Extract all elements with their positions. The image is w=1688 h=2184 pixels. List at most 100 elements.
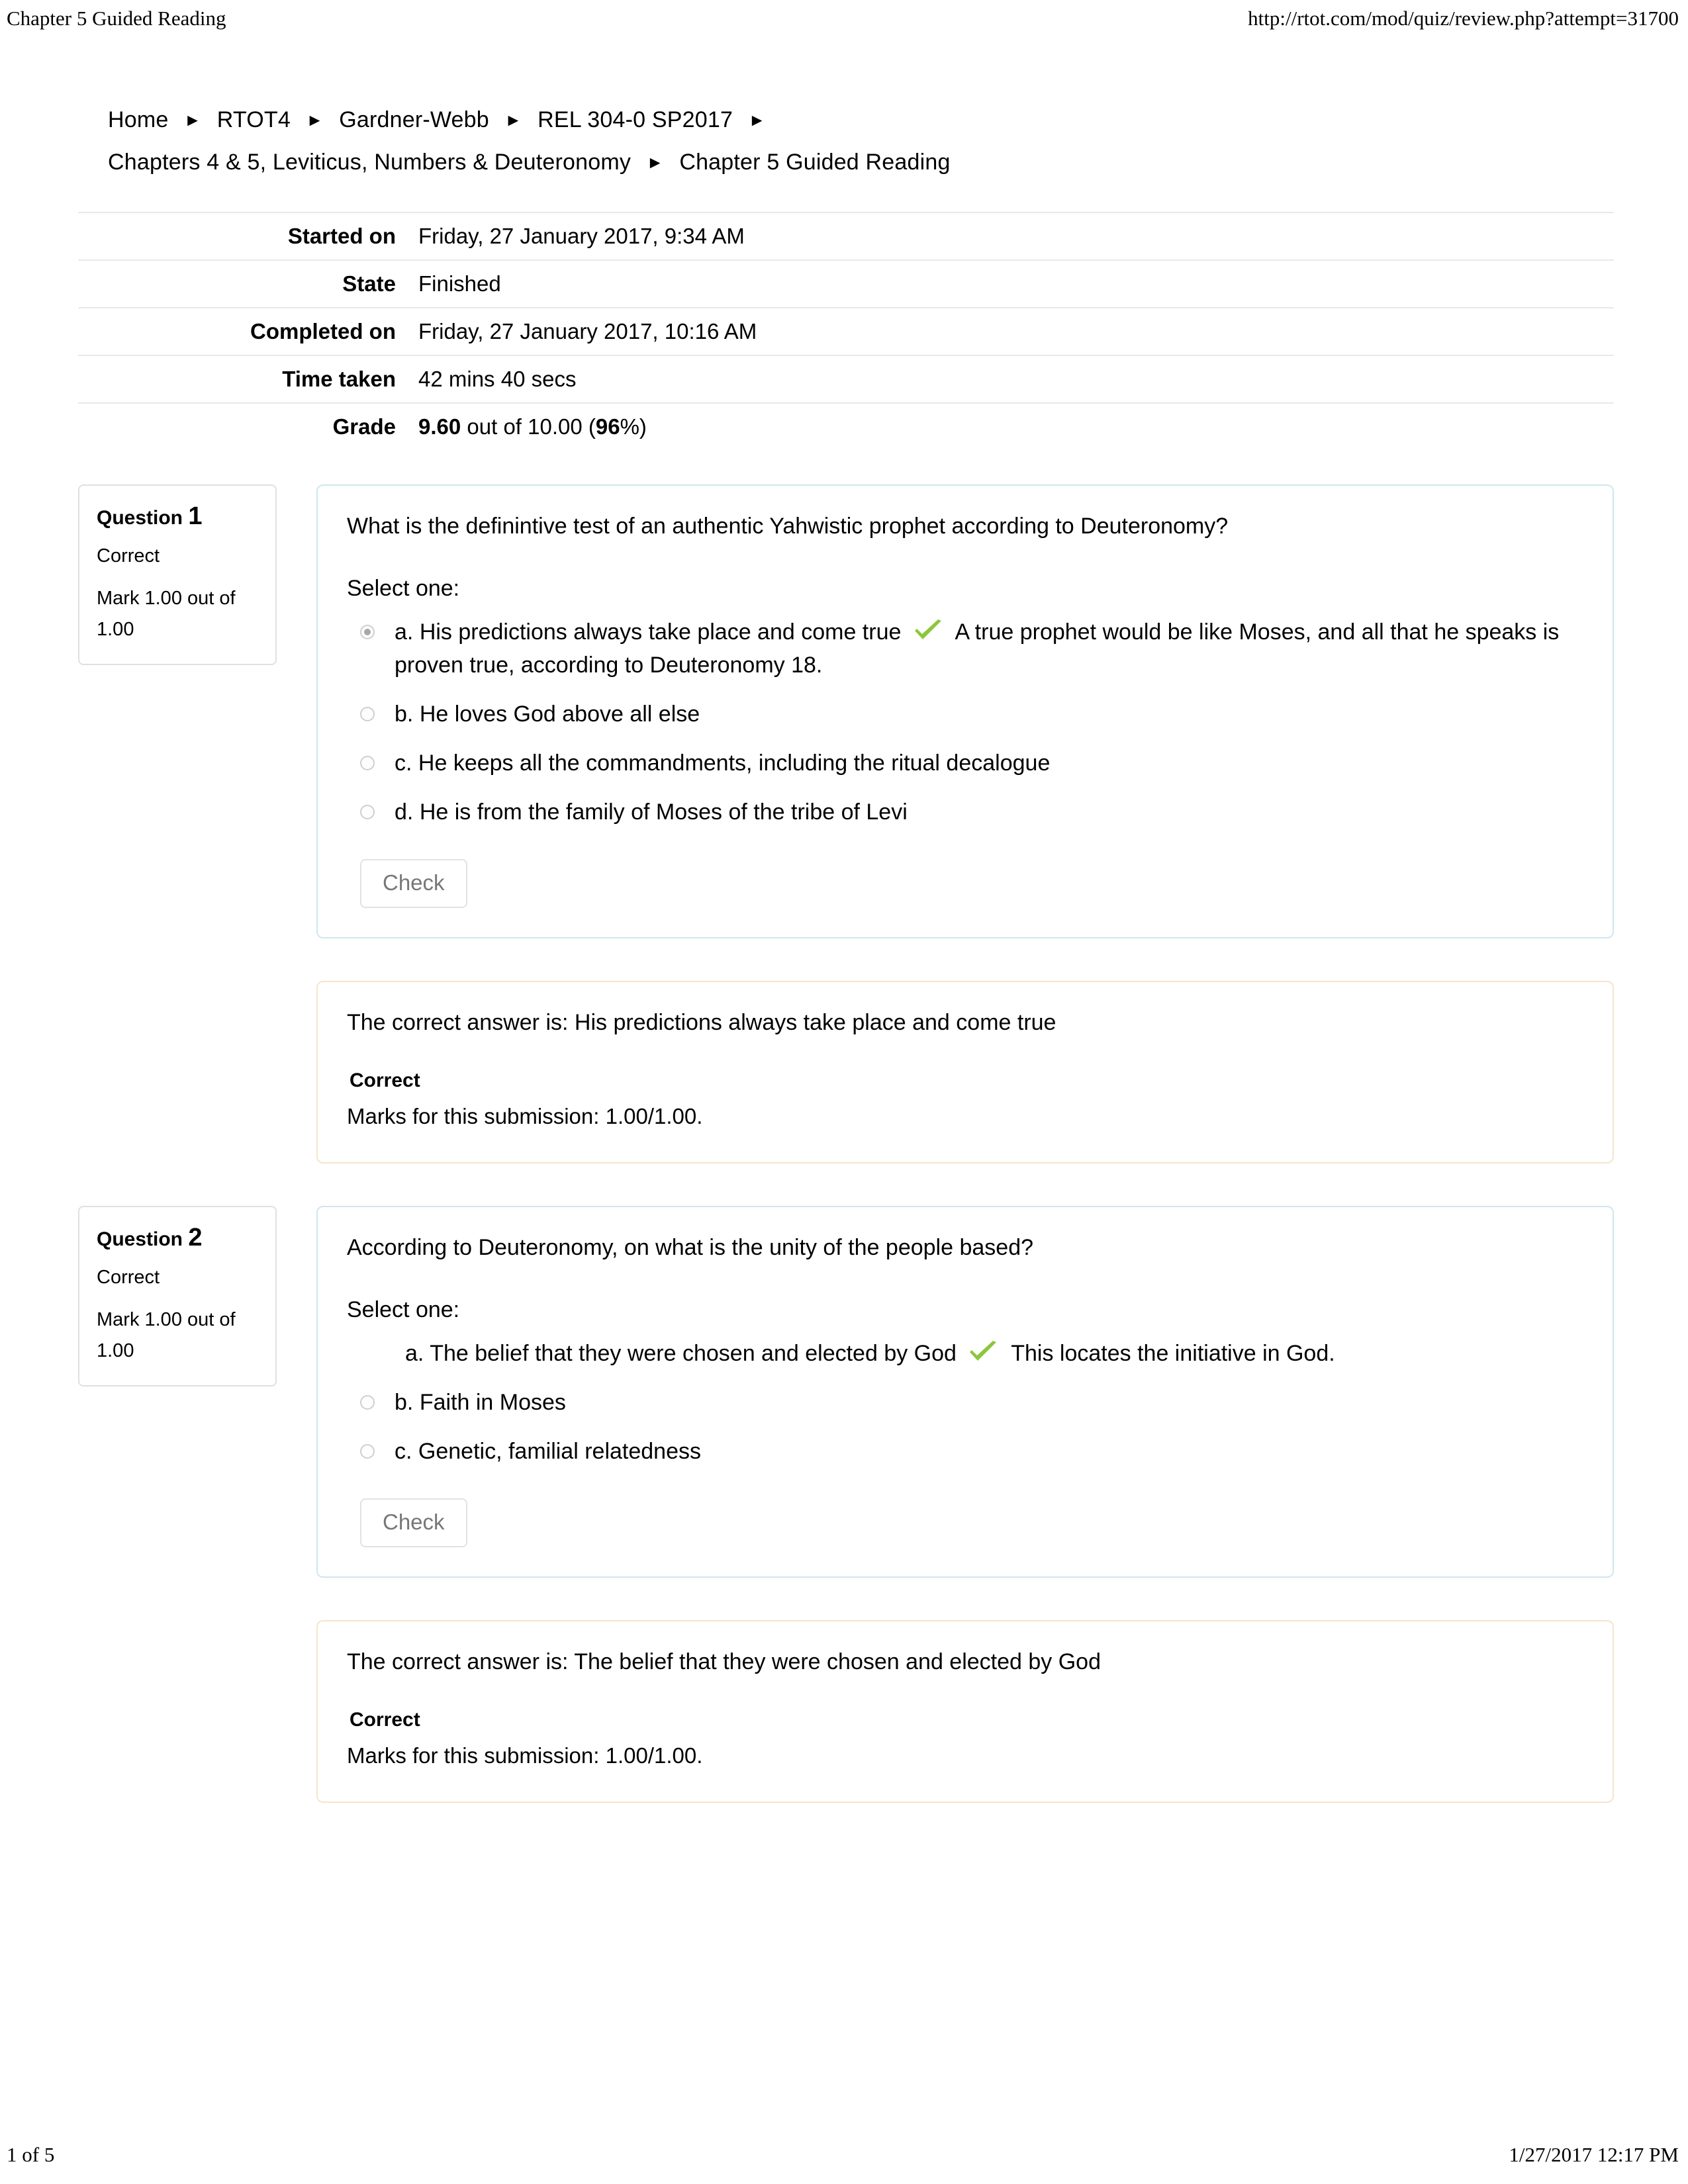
answer-option-1a[interactable]: a. His predictions always take place and… (347, 615, 1583, 682)
summary-value-started-on: Friday, 27 January 2017, 9:34 AM (413, 212, 1614, 260)
question-content-2: According to Deuteronomy, on what is the… (316, 1206, 1614, 1578)
answer-option-1d[interactable]: d. He is from the family of Moses of the… (347, 796, 1583, 829)
answer-option-1b[interactable]: b. He loves God above all else (347, 698, 1583, 731)
correct-answer-text-2: The correct answer is: The belief that t… (347, 1649, 1101, 1674)
select-one-label-1: Select one: (347, 576, 460, 601)
grade-middle: out of 10.00 ( (461, 414, 596, 439)
radio-button-1c[interactable] (360, 756, 375, 770)
feedback-grade-1: Correct (350, 1069, 420, 1091)
grade-score: 9.60 (418, 414, 461, 439)
print-header: Chapter 5 Guided Reading http://rtot.com… (0, 5, 1688, 45)
answer-text-2a: The belief that they were chosen and ele… (430, 1341, 957, 1366)
summary-label-completed-on: Completed on (78, 307, 413, 355)
question-block-2: Question 2 Correct Mark 1.00 out of 1.00… (78, 1206, 1614, 1578)
answer-option-2c[interactable]: c. Genetic, familial relatedness (347, 1435, 1583, 1468)
question-number: 2 (188, 1224, 203, 1251)
chevron-right-icon: ► (184, 110, 202, 130)
radio-button-1b[interactable] (360, 707, 375, 721)
question-info-2: Question 2 Correct Mark 1.00 out of 1.00 (78, 1206, 277, 1387)
answer-letter-1b: b. (395, 702, 414, 727)
question-mark-2: Mark 1.00 out of 1.00 (97, 1309, 236, 1361)
table-row: State Finished (78, 259, 1614, 308)
answer-text-2b: Faith in Moses (419, 1390, 566, 1415)
question-word: Question (97, 1228, 183, 1250)
check-button-1[interactable]: Check (360, 859, 467, 908)
radio-button-1d[interactable] (360, 805, 375, 819)
question-number: 1 (188, 502, 203, 530)
breadcrumb-item-rtot4[interactable]: RTOT4 (217, 107, 291, 132)
breadcrumb-item-home[interactable]: Home (108, 107, 169, 132)
answer-text-1b: He loves God above all else (419, 702, 700, 727)
answer-option-1c[interactable]: c. He keeps all the commandments, includ… (347, 747, 1583, 780)
summary-label-started-on: Started on (78, 212, 413, 260)
attempt-summary-table: Started on Friday, 27 January 2017, 9:34… (78, 212, 1614, 451)
check-button-2[interactable]: Check (360, 1498, 467, 1547)
select-one-label-2: Select one: (347, 1297, 460, 1322)
correct-answer-text-1: The correct answer is: His predictions a… (347, 1010, 1056, 1035)
table-row: Started on Friday, 27 January 2017, 9:34… (78, 212, 1614, 260)
grade-percent: 96 (595, 414, 620, 439)
summary-label-grade: Grade (78, 402, 413, 451)
chevron-right-icon: ► (646, 152, 664, 172)
print-footer: 1 of 5 1/27/2017 12:17 PM (0, 2142, 1688, 2175)
print-timestamp: 1/27/2017 12:17 PM (1509, 2143, 1679, 2166)
question-state-2: Correct (97, 1267, 160, 1288)
question-word: Question (97, 507, 183, 529)
answer-letter-1a: a. (395, 619, 414, 645)
answer-text-2c: Genetic, familial relatedness (418, 1439, 701, 1464)
question-info-1: Question 1 Correct Mark 1.00 out of 1.00 (78, 484, 277, 665)
summary-label-state: State (78, 259, 413, 308)
question-state-1: Correct (97, 545, 160, 567)
breadcrumb-item-current: Chapter 5 Guided Reading (679, 150, 951, 175)
breadcrumb-item-section[interactable]: Chapters 4 & 5, Leviticus, Numbers & Deu… (108, 150, 631, 175)
grade-suffix: %) (620, 414, 647, 439)
summary-label-time-taken: Time taken (78, 355, 413, 403)
feedback-box-2: The correct answer is: The belief that t… (316, 1620, 1614, 1803)
chevron-right-icon: ► (504, 110, 522, 130)
question-content-1: What is the definintive test of an authe… (316, 484, 1614, 938)
page-content: Home ► RTOT4 ► Gardner-Webb ► REL 304-0 … (78, 99, 1614, 1803)
answer-letter-2b: b. (395, 1390, 414, 1415)
table-row: Time taken 42 mins 40 secs (78, 355, 1614, 403)
radio-button-1a[interactable] (360, 625, 375, 639)
feedback-box-1: The correct answer is: His predictions a… (316, 981, 1614, 1163)
breadcrumb: Home ► RTOT4 ► Gardner-Webb ► REL 304-0 … (78, 99, 1614, 184)
print-header-url: http://rtot.com/mod/quiz/review.php?atte… (1248, 7, 1679, 30)
feedback-marks-1: Marks for this submission: 1.00/1.00. (347, 1104, 703, 1128)
breadcrumb-item-course[interactable]: REL 304-0 SP2017 (538, 107, 733, 132)
print-header-title: Chapter 5 Guided Reading (7, 7, 226, 30)
summary-value-time-taken: 42 mins 40 secs (413, 355, 1614, 403)
answer-list-1: a. His predictions always take place and… (347, 615, 1583, 829)
question-block-1: Question 1 Correct Mark 1.00 out of 1.00… (78, 484, 1614, 938)
radio-button-2c[interactable] (360, 1444, 375, 1459)
page-number: 1 of 5 (7, 2143, 55, 2166)
answer-letter-2a: a. (405, 1341, 424, 1366)
answer-text-1c: He keeps all the commandments, including… (418, 751, 1051, 776)
summary-value-completed-on: Friday, 27 January 2017, 10:16 AM (413, 307, 1614, 355)
answer-letter-1d: d. (395, 799, 414, 825)
feedback-grade-2: Correct (350, 1709, 420, 1731)
feedback-marks-2: Marks for this submission: 1.00/1.00. (347, 1743, 703, 1768)
question-mark-1: Mark 1.00 out of 1.00 (97, 588, 236, 640)
answer-letter-2c: c. (395, 1439, 412, 1464)
question-number-label-1: Question 1 (97, 502, 258, 533)
check-mark-icon (913, 619, 943, 642)
table-row: Completed on Friday, 27 January 2017, 10… (78, 307, 1614, 355)
answer-list-2: a. The belief that they were chosen and … (347, 1337, 1583, 1468)
chevron-right-icon: ► (306, 110, 324, 130)
chevron-right-icon: ► (748, 110, 766, 130)
answer-option-2a[interactable]: a. The belief that they were chosen and … (347, 1337, 1583, 1370)
answer-feedback-2a: This locates the initiative in God. (1011, 1341, 1335, 1366)
answer-text-1d: He is from the family of Moses of the tr… (419, 799, 908, 825)
summary-value-state: Finished (413, 259, 1614, 308)
question-text-2: According to Deuteronomy, on what is the… (347, 1235, 1034, 1260)
answer-text-1a: His predictions always take place and co… (419, 619, 902, 645)
breadcrumb-item-gardner-webb[interactable]: Gardner-Webb (339, 107, 489, 132)
question-number-label-2: Question 2 (97, 1223, 258, 1254)
check-mark-icon (968, 1341, 998, 1363)
question-text-1: What is the definintive test of an authe… (347, 514, 1229, 539)
table-row: Grade 9.60 out of 10.00 (96%) (78, 402, 1614, 451)
answer-option-2b[interactable]: b. Faith in Moses (347, 1386, 1583, 1419)
radio-button-2b[interactable] (360, 1395, 375, 1410)
answer-letter-1c: c. (395, 751, 412, 776)
